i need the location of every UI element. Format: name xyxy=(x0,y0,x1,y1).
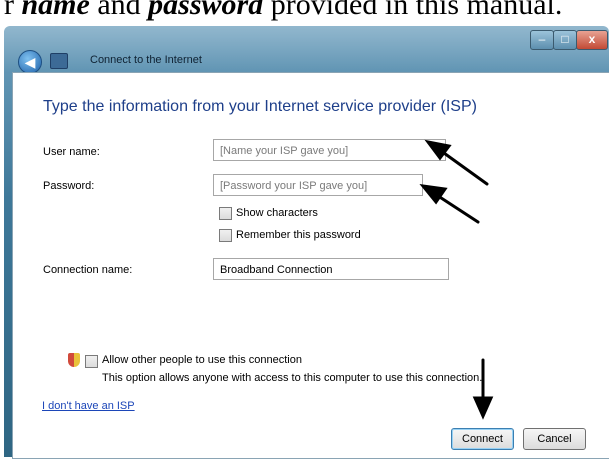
allow-others-description: This option allows anyone with access to… xyxy=(102,372,483,384)
no-isp-link[interactable]: I don't have an ISP xyxy=(42,400,135,412)
network-icon xyxy=(50,53,68,69)
doc-prefix: r xyxy=(4,0,22,21)
username-label: User name: xyxy=(43,146,100,158)
back-arrow-icon[interactable]: ◀ xyxy=(18,50,42,74)
doc-password-word: password xyxy=(148,0,264,21)
show-characters-label: Show characters xyxy=(236,207,318,219)
close-button[interactable]: x xyxy=(576,30,608,50)
show-characters-checkbox[interactable] xyxy=(219,207,232,220)
connect-window: – □ x ◀ Connect to the Internet Type the… xyxy=(4,26,609,459)
connect-button[interactable]: Connect xyxy=(451,428,514,450)
document-text-fragment: r name and password provided in this man… xyxy=(0,0,609,23)
password-label: Password: xyxy=(43,180,95,192)
cancel-button[interactable]: Cancel xyxy=(523,428,586,450)
doc-suffix: provided in this manual. xyxy=(263,0,563,21)
uac-shield-icon xyxy=(68,353,80,367)
wizard-content: Type the information from your Internet … xyxy=(12,72,609,459)
connection-name-input[interactable]: Broadband Connection xyxy=(213,258,449,280)
window-title: Connect to the Internet xyxy=(90,54,202,66)
minimize-button[interactable]: – xyxy=(530,30,554,50)
doc-name-word: name xyxy=(21,0,90,21)
connection-name-label: Connection name: xyxy=(43,264,133,276)
allow-others-checkbox[interactable] xyxy=(85,355,98,368)
allow-others-label: Allow other people to use this connectio… xyxy=(102,354,302,366)
page-heading: Type the information from your Internet … xyxy=(43,98,477,115)
remember-password-label: Remember this password xyxy=(236,229,361,241)
username-input[interactable]: [Name your ISP gave you] xyxy=(213,139,446,161)
title-bar: – □ x ◀ Connect to the Internet xyxy=(4,26,609,74)
doc-and: and xyxy=(89,0,149,21)
password-input[interactable]: [Password your ISP gave you] xyxy=(213,174,423,196)
maximize-button[interactable]: □ xyxy=(553,30,577,50)
remember-password-checkbox[interactable] xyxy=(219,229,232,242)
